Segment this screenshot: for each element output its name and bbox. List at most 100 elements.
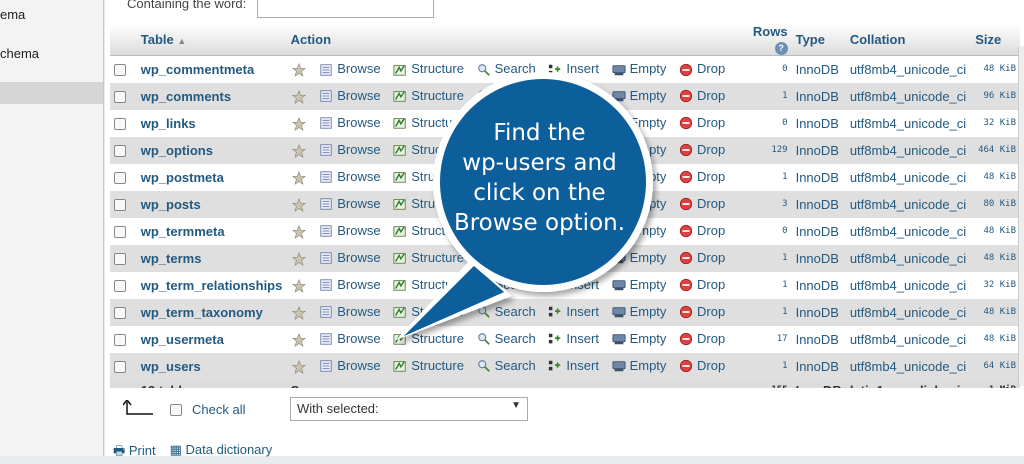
search-action[interactable]: Search bbox=[476, 88, 536, 104]
structure-action[interactable]: Structure bbox=[392, 250, 464, 266]
header-size[interactable]: Size bbox=[971, 24, 1020, 56]
check-all-label[interactable]: Check all bbox=[192, 402, 245, 417]
row-size[interactable]: 464 KiB bbox=[971, 136, 1020, 164]
insert-action[interactable]: Insert bbox=[547, 61, 599, 77]
favorite-star-icon[interactable] bbox=[291, 170, 307, 186]
row-size[interactable]: 48 KiB bbox=[971, 325, 1020, 353]
empty-action[interactable]: Empty bbox=[611, 304, 666, 320]
insert-action[interactable]: Insert bbox=[547, 277, 599, 293]
row-checkbox[interactable] bbox=[114, 199, 126, 212]
row-checkbox[interactable] bbox=[114, 307, 126, 320]
table-name-link[interactable]: wp_postmeta bbox=[141, 170, 224, 185]
insert-action[interactable]: Insert bbox=[547, 250, 599, 266]
favorite-star-icon[interactable] bbox=[291, 197, 307, 213]
drop-action[interactable]: Drop bbox=[678, 142, 725, 158]
browse-action[interactable]: Browse bbox=[318, 304, 381, 320]
row-checkbox[interactable] bbox=[114, 334, 126, 347]
table-name-link[interactable]: wp_term_relationships bbox=[141, 278, 283, 293]
row-checkbox[interactable] bbox=[114, 226, 126, 239]
structure-action[interactable]: Structure bbox=[392, 88, 464, 104]
header-table[interactable]: Table ▲ bbox=[136, 24, 287, 56]
header-collation[interactable]: Collation bbox=[845, 24, 972, 56]
search-action[interactable]: Search bbox=[476, 61, 536, 77]
check-all[interactable]: Check all bbox=[170, 402, 245, 417]
browse-action[interactable]: Browse bbox=[318, 88, 381, 104]
drop-action[interactable]: Drop bbox=[678, 250, 725, 266]
drop-action[interactable]: Drop bbox=[678, 88, 725, 104]
row-size[interactable]: 64 KiB bbox=[971, 352, 1020, 380]
browse-action[interactable]: Browse bbox=[318, 61, 381, 77]
table-name-link[interactable]: wp_comments bbox=[141, 89, 231, 104]
search-action[interactable]: Search bbox=[476, 277, 536, 293]
search-action[interactable]: Search bbox=[476, 304, 536, 320]
favorite-star-icon[interactable] bbox=[291, 62, 307, 78]
data-dictionary-link[interactable]: ▦ Data dictionary bbox=[170, 442, 273, 464]
favorite-star-icon[interactable] bbox=[291, 143, 307, 159]
drop-action[interactable]: Drop bbox=[678, 169, 725, 185]
favorite-star-icon[interactable] bbox=[291, 278, 307, 294]
table-name-link[interactable]: wp_users bbox=[141, 359, 201, 374]
structure-action[interactable]: Structure bbox=[392, 277, 464, 293]
row-size[interactable]: 48 KiB bbox=[971, 163, 1020, 191]
empty-action[interactable]: Empty bbox=[611, 250, 666, 266]
search-action[interactable]: Search bbox=[476, 250, 536, 266]
structure-action[interactable]: Structure bbox=[392, 61, 464, 77]
nav-item-selected[interactable] bbox=[0, 82, 103, 104]
table-name-link[interactable]: wp_terms bbox=[141, 251, 202, 266]
table-name-link[interactable]: wp_usermeta bbox=[141, 332, 224, 347]
browse-action[interactable]: Browse bbox=[318, 169, 381, 185]
favorite-star-icon[interactable] bbox=[291, 251, 307, 267]
nav-item-schema-1[interactable]: ema bbox=[0, 7, 25, 22]
row-size[interactable]: 80 KiB bbox=[971, 190, 1020, 218]
favorite-star-icon[interactable] bbox=[291, 332, 307, 348]
print-link[interactable]: 🖶 Print bbox=[113, 442, 156, 464]
row-size[interactable]: 48 KiB bbox=[971, 217, 1020, 245]
insert-action[interactable]: Insert bbox=[547, 88, 599, 104]
drop-action[interactable]: Drop bbox=[678, 277, 725, 293]
browse-action[interactable]: Browse bbox=[318, 250, 381, 266]
browse-action[interactable]: Browse bbox=[318, 115, 381, 131]
empty-action[interactable]: Empty bbox=[611, 88, 666, 104]
drop-action[interactable]: Drop bbox=[678, 331, 725, 347]
row-size[interactable]: 32 KiB bbox=[971, 271, 1020, 299]
insert-action[interactable]: Insert bbox=[547, 304, 599, 320]
drop-action[interactable]: Drop bbox=[678, 304, 725, 320]
empty-action[interactable]: Empty bbox=[611, 61, 666, 77]
row-size[interactable]: 48 KiB bbox=[971, 298, 1020, 326]
favorite-star-icon[interactable] bbox=[291, 305, 307, 321]
row-checkbox[interactable] bbox=[114, 253, 126, 266]
row-checkbox[interactable] bbox=[114, 91, 126, 104]
browse-action[interactable]: Browse bbox=[318, 223, 381, 239]
favorite-star-icon[interactable] bbox=[291, 89, 307, 105]
structure-action[interactable]: Structure bbox=[392, 331, 464, 347]
browse-action[interactable]: Browse bbox=[318, 331, 381, 347]
empty-action[interactable]: Empty bbox=[611, 277, 666, 293]
row-checkbox[interactable] bbox=[114, 172, 126, 185]
structure-action[interactable]: Structure bbox=[392, 304, 464, 320]
filter-input[interactable] bbox=[257, 0, 434, 18]
browse-action[interactable]: Browse bbox=[318, 277, 381, 293]
insert-action[interactable]: Insert bbox=[547, 331, 599, 347]
search-action[interactable]: Search bbox=[476, 331, 536, 347]
insert-action[interactable]: Insert bbox=[547, 358, 599, 374]
drop-action[interactable]: Drop bbox=[678, 115, 725, 131]
help-icon[interactable]: ? bbox=[774, 42, 788, 55]
row-size[interactable]: 96 KiB bbox=[971, 82, 1020, 110]
structure-action[interactable]: Structure bbox=[392, 358, 464, 374]
row-checkbox[interactable] bbox=[114, 361, 126, 374]
drop-action[interactable]: Drop bbox=[678, 196, 725, 212]
empty-action[interactable]: Empty bbox=[611, 331, 666, 347]
table-name-link[interactable]: wp_options bbox=[141, 143, 213, 158]
table-name-link[interactable]: wp_posts bbox=[141, 197, 201, 212]
table-name-link[interactable]: wp_links bbox=[141, 116, 196, 131]
with-selected-select[interactable]: With selected: ▼ bbox=[290, 397, 528, 421]
favorite-star-icon[interactable] bbox=[291, 359, 307, 375]
row-size[interactable]: 32 KiB bbox=[971, 109, 1020, 137]
header-rows[interactable]: Rows ? bbox=[737, 24, 792, 56]
table-name-link[interactable]: wp_term_taxonomy bbox=[141, 305, 263, 320]
row-size[interactable]: 48 KiB bbox=[971, 55, 1020, 83]
browse-action[interactable]: Browse bbox=[318, 196, 381, 212]
row-size[interactable]: 48 KiB bbox=[971, 244, 1020, 272]
browse-action[interactable]: Browse bbox=[318, 358, 381, 374]
check-all-checkbox[interactable] bbox=[170, 403, 182, 416]
